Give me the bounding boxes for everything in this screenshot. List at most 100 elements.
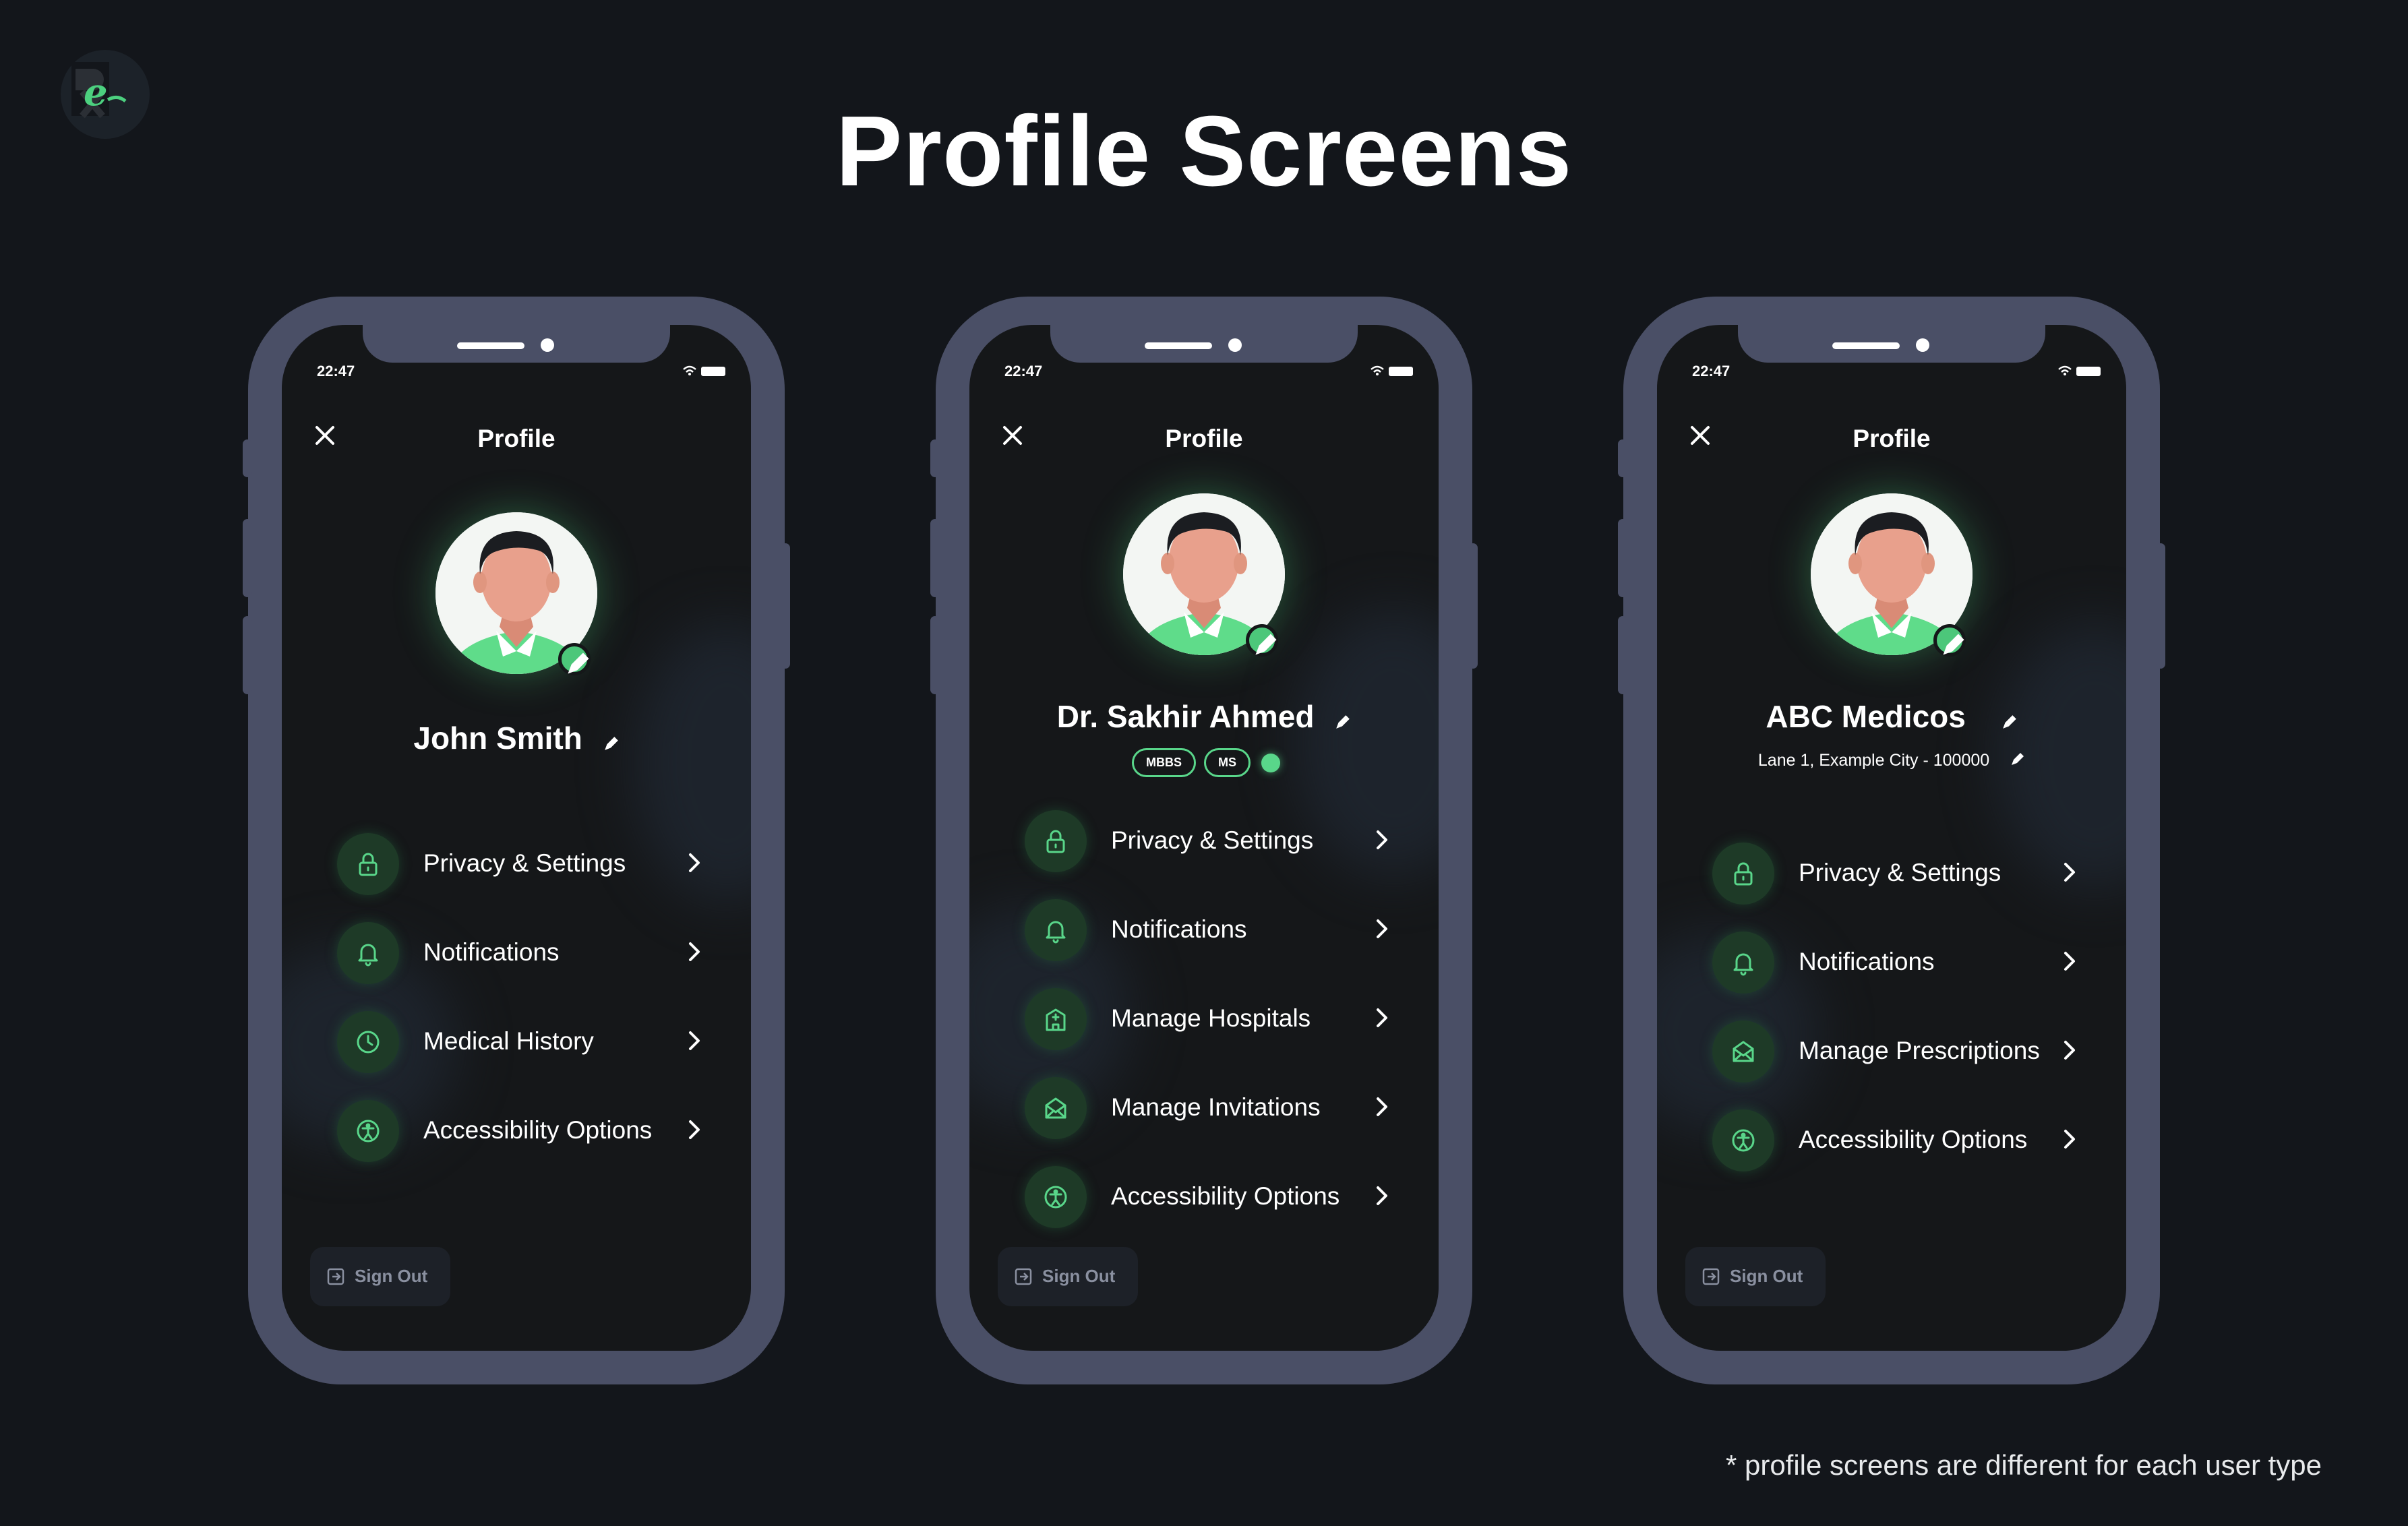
- avatar-container: [1123, 493, 1285, 657]
- lock-icon: [1025, 810, 1087, 872]
- phone-screen: 22:47 Profile John Smith Privacy & Setti…: [282, 325, 751, 1351]
- menu-item-notifications[interactable]: Notifications: [1712, 918, 2079, 1007]
- sign-out-icon: [1015, 1268, 1032, 1285]
- menu-item-privacy-settings[interactable]: Privacy & Settings: [1712, 829, 2079, 918]
- chevron-right-icon: [2064, 863, 2075, 882]
- chevron-right-icon: [689, 1031, 700, 1050]
- edit-name-button[interactable]: [603, 723, 620, 759]
- battery-icon: [701, 367, 725, 376]
- profile-name-row: Dr. Sakhir Ahmed: [969, 698, 1439, 737]
- avatar-container: [435, 512, 597, 675]
- wifi-icon: [2058, 365, 2072, 373]
- sign-out-icon: [327, 1268, 344, 1285]
- page-title: Profile Screens: [835, 96, 1573, 207]
- pencil-icon: [1943, 634, 1964, 655]
- profile-menu: Privacy & Settings Notifications Manage …: [1025, 797, 1391, 1242]
- edit-avatar-button[interactable]: [558, 643, 591, 675]
- pencil-icon: [604, 737, 618, 750]
- profile-menu: Privacy & Settings Notifications Manage …: [1712, 829, 2079, 1185]
- lock-icon: [1712, 843, 1774, 905]
- hospital-icon: [1025, 988, 1087, 1050]
- pencil-icon: [2012, 752, 2024, 765]
- menu-item-notifications[interactable]: Notifications: [1025, 886, 1391, 975]
- address-row: Lane 1, Example City - 100000: [1657, 751, 2126, 771]
- menu-item-medical-history[interactable]: Medical History: [337, 998, 704, 1087]
- menu-item-manage-invitations[interactable]: Manage Invitations: [1025, 1064, 1391, 1153]
- wifi-icon: [1371, 365, 1384, 373]
- sign-out-icon: [1702, 1268, 1720, 1285]
- accessibility-icon: [1712, 1109, 1774, 1171]
- battery-icon: [1389, 367, 1413, 376]
- sign-out-button[interactable]: Sign Out: [310, 1247, 450, 1306]
- chevron-right-icon: [2064, 1130, 2075, 1149]
- chevron-right-icon: [1377, 830, 1387, 849]
- bell-icon: [337, 922, 399, 984]
- chevron-right-icon: [1377, 1186, 1387, 1205]
- pencil-icon: [2002, 715, 2016, 729]
- profile-menu: Privacy & Settings Notifications Medical…: [337, 820, 704, 1176]
- qualification-badges: MBBS MS: [969, 748, 1439, 777]
- menu-item-accessibility[interactable]: Accessibility Options: [1025, 1153, 1391, 1242]
- envelope-icon: [1025, 1077, 1087, 1139]
- chevron-right-icon: [1377, 1008, 1387, 1027]
- edit-name-button[interactable]: [2001, 701, 2018, 737]
- clock-icon: [337, 1011, 399, 1073]
- pencil-icon: [1255, 634, 1277, 655]
- status-time: 22:47: [1692, 363, 1730, 379]
- status-time: 22:47: [317, 363, 355, 379]
- address-text: Lane 1, Example City - 100000: [1757, 751, 1990, 770]
- chevron-right-icon: [1377, 1097, 1387, 1116]
- phone-screen: 22:47 Profile Dr. Sakhir Ahmed MBBS MS P…: [969, 325, 1439, 1351]
- chevron-right-icon: [689, 1120, 700, 1139]
- wifi-icon: [683, 365, 696, 373]
- battery-icon: [2076, 367, 2101, 376]
- menu-item-manage-hospitals[interactable]: Manage Hospitals: [1025, 975, 1391, 1064]
- profile-name: ABC Medicos: [1766, 699, 1966, 734]
- menu-item-accessibility[interactable]: Accessibility Options: [337, 1087, 704, 1176]
- accessibility-icon: [1025, 1166, 1087, 1228]
- screen-title: Profile: [1165, 425, 1243, 452]
- badge-mbbs: MBBS: [1132, 748, 1196, 777]
- add-badge-button[interactable]: [1261, 753, 1280, 772]
- sign-out-button[interactable]: Sign Out: [998, 1247, 1138, 1306]
- edit-address-button[interactable]: [2010, 752, 2025, 771]
- phone-screen: 22:47 Profile ABC Medicos Lane 1, Exampl…: [1657, 325, 2126, 1351]
- badge-ms: MS: [1204, 748, 1251, 777]
- menu-item-privacy-settings[interactable]: Privacy & Settings: [337, 820, 704, 909]
- pencil-icon: [568, 652, 589, 674]
- profile-name: John Smith: [413, 721, 582, 756]
- menu-item-manage-prescriptions[interactable]: Manage Prescriptions: [1712, 1007, 2079, 1096]
- phone-patient: 22:47 Profile John Smith Privacy & Setti…: [243, 297, 790, 1384]
- status-icons: [1368, 364, 1416, 381]
- pencil-icon: [1336, 715, 1350, 729]
- notch: [1738, 325, 2045, 363]
- edit-avatar-button[interactable]: [1933, 624, 1966, 657]
- footnote: * profile screens are different for each…: [1725, 1449, 2322, 1481]
- menu-item-accessibility[interactable]: Accessibility Options: [1712, 1096, 2079, 1185]
- menu-item-notifications[interactable]: Notifications: [337, 909, 704, 998]
- notch: [1050, 325, 1358, 363]
- profile-name-row: ABC Medicos: [1657, 698, 2126, 737]
- bell-icon: [1712, 932, 1774, 994]
- sign-out-button[interactable]: Sign Out: [1685, 1247, 1826, 1306]
- lock-icon: [337, 833, 399, 895]
- phone-pharmacy: 22:47 Profile ABC Medicos Lane 1, Exampl…: [1618, 297, 2165, 1384]
- chevron-right-icon: [689, 942, 700, 961]
- chevron-right-icon: [2064, 952, 2075, 971]
- bell-icon: [1025, 899, 1087, 961]
- envelope-icon: [1712, 1020, 1774, 1082]
- avatar-container: [1811, 493, 1973, 657]
- profile-name-row: John Smith: [282, 720, 751, 759]
- profile-name: Dr. Sakhir Ahmed: [1056, 699, 1315, 734]
- status-time: 22:47: [1004, 363, 1043, 379]
- edit-avatar-button[interactable]: [1246, 624, 1278, 657]
- menu-item-privacy-settings[interactable]: Privacy & Settings: [1025, 797, 1391, 886]
- phone-doctor: 22:47 Profile Dr. Sakhir Ahmed MBBS MS P…: [930, 297, 1478, 1384]
- accessibility-icon: [337, 1100, 399, 1162]
- chevron-right-icon: [1377, 919, 1387, 938]
- screen-title: Profile: [1853, 425, 1931, 452]
- status-icons: [2056, 364, 2103, 381]
- notch: [363, 325, 670, 363]
- edit-name-button[interactable]: [1335, 701, 1351, 737]
- chevron-right-icon: [2064, 1041, 2075, 1060]
